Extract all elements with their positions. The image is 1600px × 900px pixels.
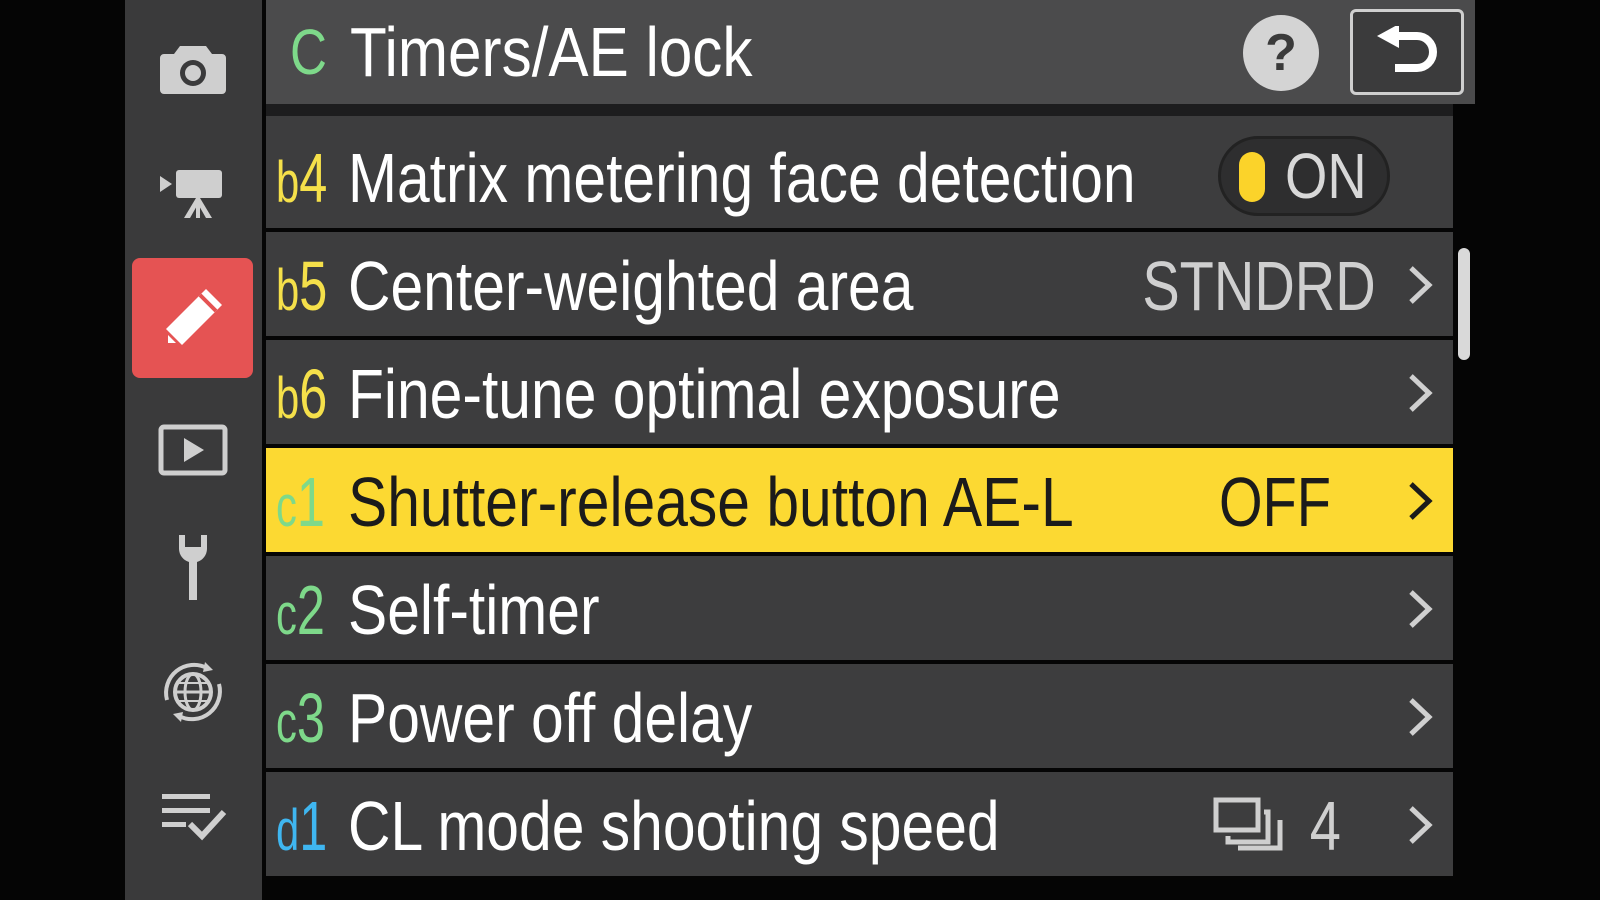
camera-icon bbox=[159, 46, 226, 94]
menu-row[interactable]: c2 Self-timer bbox=[266, 556, 1453, 660]
menu-group-letter: c bbox=[276, 582, 297, 647]
menu-row[interactable]: b5 Center-weighted area STNDRD bbox=[266, 232, 1453, 336]
menu-group-letter: c bbox=[276, 474, 297, 539]
menu-row[interactable]: b4 Matrix metering face detection ON bbox=[266, 124, 1453, 228]
menu-item-value: 4 bbox=[1309, 787, 1341, 865]
menu-item-number: 1 bbox=[296, 463, 325, 541]
sidebar-item-my-menu[interactable] bbox=[132, 756, 253, 876]
network-globe-icon bbox=[163, 662, 222, 722]
menu-group-letter: b bbox=[276, 366, 300, 431]
menu-item-code: c2 bbox=[276, 570, 325, 650]
face-detection-toggle[interactable]: ON bbox=[1218, 136, 1390, 216]
menu-row[interactable]: d1 CL mode shooting speed 4 bbox=[266, 772, 1453, 876]
menu-item-code: c3 bbox=[276, 678, 325, 758]
back-button[interactable] bbox=[1350, 9, 1464, 95]
section-letter: C bbox=[290, 16, 327, 88]
menu-item-number: 3 bbox=[296, 679, 325, 757]
menu-item-code: c1 bbox=[276, 462, 325, 542]
chevron-right-icon bbox=[1409, 806, 1433, 844]
wrench-icon bbox=[178, 535, 207, 600]
menu-item-number: 1 bbox=[299, 787, 328, 865]
menu-item-value: STNDRD bbox=[1142, 247, 1376, 325]
menu-group-letter: c bbox=[276, 690, 297, 755]
checklist-icon bbox=[161, 794, 226, 841]
header-divider bbox=[266, 104, 1453, 124]
chevron-right-icon bbox=[1409, 590, 1433, 628]
menu-row[interactable]: b6 Fine-tune optimal exposure bbox=[266, 340, 1453, 444]
menu-item-code: b4 bbox=[276, 138, 327, 218]
chevron-right-icon bbox=[1409, 698, 1433, 736]
custom-settings-list: b4 Matrix metering face detection ON b5 Cent… bbox=[266, 124, 1453, 880]
chevron-right-icon bbox=[1409, 482, 1433, 520]
page-title: Timers/AE lock bbox=[350, 13, 753, 91]
menu-item-label: Self-timer bbox=[348, 571, 600, 649]
menu-header: C Timers/AE lock ? bbox=[266, 0, 1475, 104]
playback-icon bbox=[158, 424, 227, 476]
menu-group-letter: b bbox=[276, 150, 300, 215]
camera-menu-screen: C Timers/AE lock ? b4 Matrix metering fac… bbox=[0, 0, 1600, 900]
menu-group-letter: d bbox=[276, 798, 300, 863]
return-arrow-icon bbox=[1377, 26, 1437, 72]
menu-item-label: Center-weighted area bbox=[348, 247, 914, 325]
menu-item-number: 5 bbox=[299, 247, 328, 325]
chevron-right-icon bbox=[1409, 374, 1433, 412]
sidebar-item-photo-shooting[interactable] bbox=[132, 8, 253, 128]
sidebar-item-custom-settings[interactable] bbox=[132, 258, 253, 378]
menu-item-value: OFF bbox=[1219, 463, 1331, 541]
pencil-icon bbox=[165, 289, 222, 345]
menu-item-code: b6 bbox=[276, 354, 327, 434]
toggle-knob bbox=[1239, 152, 1265, 202]
menu-row[interactable]: c3 Power off delay bbox=[266, 664, 1453, 768]
menu-item-code: b5 bbox=[276, 246, 327, 326]
menu-item-number: 6 bbox=[299, 355, 328, 433]
sidebar-item-setup[interactable] bbox=[132, 508, 253, 628]
sidebar-item-movie-shooting[interactable] bbox=[132, 132, 253, 252]
menu-item-label: Shutter-release button AE-L bbox=[348, 463, 1074, 541]
menu-item-number: 2 bbox=[296, 571, 325, 649]
sidebar-item-network[interactable] bbox=[132, 632, 253, 752]
chevron-right-icon bbox=[1409, 266, 1433, 304]
help-button[interactable]: ? bbox=[1243, 15, 1319, 91]
menu-item-number: 4 bbox=[299, 139, 328, 217]
movie-camera-icon bbox=[159, 170, 222, 218]
scrollbar[interactable] bbox=[1458, 248, 1470, 360]
toggle-state: ON bbox=[1285, 140, 1367, 212]
continuous-shooting-icon bbox=[1212, 796, 1284, 861]
menu-item-code: d1 bbox=[276, 786, 327, 866]
menu-item-label: Matrix metering face detection bbox=[348, 139, 1136, 217]
menu-item-label: Power off delay bbox=[348, 679, 753, 757]
menu-group-letter: b bbox=[276, 258, 300, 323]
menu-row[interactable]: c1 Shutter-release button AE-L OFF bbox=[266, 448, 1453, 552]
menu-item-label: Fine-tune optimal exposure bbox=[348, 355, 1061, 433]
menu-sidebar bbox=[125, 0, 262, 900]
sidebar-item-playback[interactable] bbox=[132, 390, 253, 510]
menu-item-label: CL mode shooting speed bbox=[348, 787, 1000, 865]
